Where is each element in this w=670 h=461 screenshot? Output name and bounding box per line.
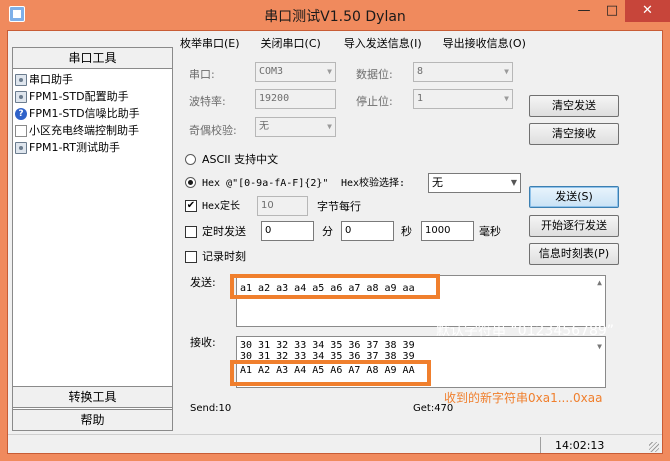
- status-time: 14:02:13: [555, 439, 605, 452]
- scroll-down-icon[interactable]: ▼: [597, 342, 602, 351]
- menu-close-port[interactable]: 关闭串口(C): [261, 36, 321, 54]
- databits-value: 8: [417, 66, 424, 77]
- serial-tools-header[interactable]: 串口工具: [13, 48, 172, 69]
- stopbits-select[interactable]: 1 ▼: [413, 89, 513, 109]
- help-button[interactable]: 帮助: [12, 409, 173, 431]
- hex-check-label: Hex校验选择:: [341, 178, 406, 189]
- databits-select[interactable]: 8 ▼: [413, 62, 513, 82]
- minutes-input[interactable]: 0: [261, 221, 314, 241]
- gear-icon: [15, 90, 27, 103]
- menu-bar: 枚举串口(E) 关闭串口(C) 导入发送信息(I) 导出接收信息(O): [180, 36, 547, 54]
- stopbits-label: 停止位:: [356, 95, 393, 108]
- clear-receive-button[interactable]: 清空接收: [529, 123, 619, 145]
- chevron-down-icon: ▼: [504, 94, 509, 103]
- baud-select[interactable]: 19200: [255, 89, 336, 109]
- ascii-radio[interactable]: [185, 154, 196, 165]
- receive-label: 接收:: [190, 336, 216, 349]
- start-line-send-button[interactable]: 开始逐行发送: [529, 215, 619, 237]
- gear-icon: [15, 73, 27, 86]
- tool-item-label: 串口助手: [29, 73, 73, 86]
- check-icon: ✔: [186, 200, 196, 211]
- hex-radio[interactable]: [185, 177, 196, 188]
- get-count: Get:470: [413, 403, 454, 414]
- title-bar: 串口测试V1.50 Dylan — □ ✕: [0, 0, 670, 30]
- hex-fixed-label: Hex定长: [202, 201, 241, 212]
- port-label: 串口:: [189, 68, 215, 81]
- send-label: 发送:: [190, 276, 216, 289]
- minutes-unit: 分: [322, 225, 333, 238]
- timed-send-checkbox[interactable]: [185, 226, 197, 238]
- tool-item-serial-assistant[interactable]: 串口助手: [15, 71, 172, 88]
- tool-item-label: FPM1-RT测试助手: [29, 141, 120, 154]
- status-separator: [540, 437, 541, 453]
- new-string-annotation: 收到的新字符串0xa1....0xaa: [444, 391, 603, 405]
- tool-item-fpm1-snr[interactable]: ? FPM1-STD信噪比助手: [15, 105, 172, 122]
- menu-import-send[interactable]: 导入发送信息(I): [344, 36, 422, 54]
- status-bar: 14:02:13: [8, 434, 662, 454]
- help-icon: ?: [15, 107, 27, 120]
- baud-value: 19200: [259, 93, 290, 104]
- tool-list: 串口助手 FPM1-STD配置助手 ? FPM1-STD信噪比助手 小区充电终端…: [13, 69, 172, 156]
- send-count: Send:10: [190, 403, 232, 414]
- log-time-label: 记录时刻: [202, 250, 246, 263]
- default-string-annotation: 默认字符串 “0123456789”: [436, 323, 615, 339]
- parity-select[interactable]: 无 ▼: [255, 117, 336, 137]
- send-button[interactable]: 发送(S): [529, 186, 619, 208]
- close-button[interactable]: ✕: [625, 0, 670, 22]
- receive-highlight-box: [230, 360, 431, 386]
- port-select[interactable]: COM3 ▼: [255, 62, 336, 82]
- milliseconds-input[interactable]: 1000: [421, 221, 474, 241]
- hex-fixed-checkbox[interactable]: ✔: [185, 200, 197, 212]
- port-value: COM3: [259, 66, 284, 77]
- chevron-down-icon: ▼: [327, 67, 332, 76]
- baud-label: 波特率:: [189, 95, 226, 108]
- clear-send-button[interactable]: 清空发送: [529, 95, 619, 117]
- log-time-checkbox[interactable]: [185, 251, 197, 263]
- info-timetable-button[interactable]: 信息时刻表(P): [529, 243, 619, 265]
- maximize-button[interactable]: □: [599, 0, 625, 22]
- parity-value: 无: [259, 121, 269, 132]
- seconds-unit: 秒: [401, 225, 412, 238]
- minimize-button[interactable]: —: [569, 0, 599, 22]
- milliseconds-unit: 毫秒: [479, 225, 501, 238]
- tool-item-charging-terminal[interactable]: 小区充电终端控制助手: [15, 122, 172, 139]
- menu-export-receive[interactable]: 导出接收信息(O): [443, 36, 526, 54]
- send-highlight-box: [230, 274, 440, 299]
- tool-item-label: 小区充电终端控制助手: [29, 124, 139, 137]
- parity-label: 奇偶校验:: [189, 124, 237, 137]
- tool-panel: 串口工具 串口助手 FPM1-STD配置助手 ? FPM1-STD信噪比助手 小…: [12, 47, 173, 430]
- stopbits-value: 1: [417, 93, 424, 104]
- gear-icon: [15, 141, 27, 154]
- main-window: 串口工具 串口助手 FPM1-STD配置助手 ? FPM1-STD信噪比助手 小…: [7, 30, 663, 454]
- resize-grip-icon[interactable]: [649, 442, 659, 452]
- tool-item-label: FPM1-STD信噪比助手: [29, 107, 140, 120]
- receive-line: 30 31 32 33 34 35 36 37 38 39: [240, 340, 415, 351]
- hex-check-value: 无: [432, 176, 443, 189]
- chevron-down-icon: ▼: [327, 122, 332, 131]
- hex-check-select[interactable]: 无 ▼: [428, 173, 521, 193]
- seconds-input[interactable]: 0: [341, 221, 394, 241]
- timed-send-label: 定时发送: [202, 225, 246, 238]
- tool-item-label: FPM1-STD配置助手: [29, 90, 129, 103]
- convert-tools-button[interactable]: 转换工具: [12, 386, 173, 408]
- chevron-down-icon: ▼: [504, 67, 509, 76]
- chevron-down-icon: ▼: [510, 178, 517, 187]
- document-icon: [15, 124, 27, 137]
- hex-regex-label: Hex @"[0-9a-fA-F]{2}": [202, 178, 329, 189]
- scroll-up-icon[interactable]: ▲: [597, 278, 602, 287]
- tool-item-fpm1-config[interactable]: FPM1-STD配置助手: [15, 88, 172, 105]
- tool-item-fpm1-rt-test[interactable]: FPM1-RT测试助手: [15, 139, 172, 156]
- menu-enum-ports[interactable]: 枚举串口(E): [180, 36, 240, 54]
- hex-fixed-length-input[interactable]: 10: [257, 196, 308, 216]
- databits-label: 数据位:: [356, 68, 393, 81]
- bytes-per-line-label: 字节每行: [317, 200, 361, 213]
- ascii-label: ASCII 支持中文: [202, 153, 279, 166]
